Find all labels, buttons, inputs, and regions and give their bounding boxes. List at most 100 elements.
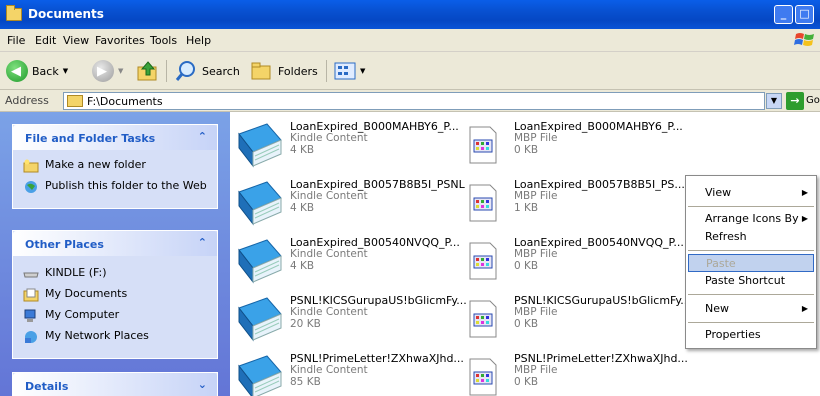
place-my-documents[interactable]: My Documents bbox=[23, 287, 207, 302]
context-menu: View ▶ Arrange Icons By ▶ Refresh Paste Pa… bbox=[685, 175, 817, 349]
file-item[interactable]: PSNL!KICSGurupaUS!bGlicmFy... MBP File 0 K… bbox=[464, 294, 694, 346]
menu-edit[interactable]: Edit bbox=[35, 34, 56, 47]
file-type: MBP File bbox=[514, 306, 558, 318]
views-button[interactable]: ▼ bbox=[334, 59, 365, 83]
mbp-file-icon bbox=[469, 126, 497, 164]
file-type: MBP File bbox=[514, 364, 558, 376]
file-size: 1 KB bbox=[514, 202, 539, 214]
go-label[interactable]: Go bbox=[806, 95, 820, 106]
file-size: 4 KB bbox=[290, 202, 315, 214]
back-arrow-icon: ◀ bbox=[6, 60, 28, 82]
task-pane: File and Folder Tasks ⌃ Make a new folde… bbox=[0, 112, 230, 396]
file-item[interactable]: PSNL!PrimeLetter!ZXhwaXJhd... Kindle Cont… bbox=[234, 352, 464, 396]
folders-icon bbox=[251, 62, 271, 80]
file-size: 4 KB bbox=[290, 144, 315, 156]
folders-label: Folders bbox=[278, 64, 318, 78]
make-new-folder-link[interactable]: Make a new folder bbox=[23, 158, 207, 173]
menu-item-arrange-icons[interactable]: Arrange Icons By ▶ bbox=[688, 210, 814, 228]
my-documents-icon bbox=[23, 288, 39, 302]
drive-icon bbox=[23, 272, 39, 278]
collapse-chevron-icon[interactable]: ⌃ bbox=[198, 130, 207, 143]
menu-item-new[interactable]: New ▶ bbox=[688, 300, 814, 318]
menu-item-properties[interactable]: Properties bbox=[688, 326, 814, 344]
file-size: 0 KB bbox=[514, 318, 539, 330]
folders-button[interactable]: Folders bbox=[250, 59, 318, 83]
panel-title: Other Places bbox=[25, 238, 104, 251]
file-type: Kindle Content bbox=[290, 132, 368, 144]
file-type: Kindle Content bbox=[290, 190, 368, 202]
forward-arrow-icon: ▶ bbox=[92, 60, 114, 82]
folder-icon bbox=[67, 95, 83, 107]
collapse-chevron-icon[interactable]: ⌃ bbox=[198, 236, 207, 249]
file-folder-tasks-panel: File and Folder Tasks ⌃ Make a new folde… bbox=[12, 124, 218, 209]
file-size: 20 KB bbox=[290, 318, 321, 330]
file-type: MBP File bbox=[514, 248, 558, 260]
menu-help[interactable]: Help bbox=[186, 34, 211, 47]
file-type: Kindle Content bbox=[290, 364, 368, 376]
place-my-computer[interactable]: My Computer bbox=[23, 308, 207, 323]
windows-logo-icon bbox=[794, 33, 814, 46]
file-item[interactable]: LoanExpired_B000MAHBY6_P... MBP File 0 KB bbox=[464, 120, 694, 172]
panel-title: File and Folder Tasks bbox=[25, 132, 156, 145]
address-path: F:\Documents bbox=[87, 95, 163, 108]
folder-icon bbox=[6, 5, 22, 21]
kindle-book-icon bbox=[238, 239, 282, 284]
title-bar: Documents _ □ bbox=[0, 0, 820, 29]
mbp-file-icon bbox=[469, 358, 497, 396]
other-places-panel: Other Places ⌃ KINDLE (F:) My Documents … bbox=[12, 230, 218, 359]
panel-title: Details bbox=[25, 380, 69, 393]
search-button[interactable]: Search bbox=[174, 59, 240, 83]
kindle-book-icon bbox=[238, 123, 282, 168]
forward-button[interactable]: ▶ ▼ bbox=[92, 59, 123, 83]
maximize-button[interactable]: □ bbox=[795, 5, 814, 24]
menu-item-paste-shortcut[interactable]: Paste Shortcut bbox=[688, 272, 814, 290]
file-size: 4 KB bbox=[290, 260, 315, 272]
panel-header[interactable]: Details ⌄ bbox=[13, 373, 217, 396]
file-item[interactable]: LoanExpired_B0057B8B5I_PS... MBP File 1 KB bbox=[464, 178, 694, 230]
back-button[interactable]: ◀ Back ▼ bbox=[6, 59, 68, 83]
menu-file[interactable]: File bbox=[7, 34, 25, 47]
views-icon bbox=[334, 62, 356, 80]
file-item[interactable]: PSNL!PrimeLetter!ZXhwaXJhd... MBP File 0 K… bbox=[464, 352, 694, 396]
menu-item-view[interactable]: View ▶ bbox=[688, 184, 814, 202]
file-type: MBP File bbox=[514, 190, 558, 202]
place-kindle[interactable]: KINDLE (F:) bbox=[23, 266, 207, 281]
publish-web-icon bbox=[25, 181, 37, 193]
file-type: MBP File bbox=[514, 132, 558, 144]
minimize-button[interactable]: _ bbox=[774, 5, 793, 24]
my-computer-icon bbox=[24, 309, 36, 322]
publish-web-link[interactable]: Publish this folder to the Web bbox=[23, 179, 207, 194]
kindle-book-icon bbox=[238, 181, 282, 226]
address-dropdown-button[interactable]: ▼ bbox=[766, 93, 782, 109]
new-folder-icon bbox=[23, 159, 39, 173]
mbp-file-icon bbox=[469, 184, 497, 222]
address-label: Address bbox=[5, 94, 49, 107]
file-item[interactable]: LoanExpired_B000MAHBY6_P... Kindle Conten… bbox=[234, 120, 464, 172]
search-label: Search bbox=[202, 64, 240, 78]
expand-chevron-icon[interactable]: ⌄ bbox=[198, 378, 207, 391]
menu-item-refresh[interactable]: Refresh bbox=[688, 228, 814, 246]
details-panel: Details ⌄ bbox=[12, 372, 218, 396]
menu-view[interactable]: View bbox=[63, 34, 89, 47]
file-type: Kindle Content bbox=[290, 248, 368, 260]
panel-header[interactable]: Other Places ⌃ bbox=[13, 231, 217, 256]
file-item[interactable]: LoanExpired_B00540NVQQ_P... Kindle Conten… bbox=[234, 236, 464, 288]
file-item[interactable]: PSNL!KICSGurupaUS!bGlicmFy... Kindle Cont… bbox=[234, 294, 467, 346]
menu-tools[interactable]: Tools bbox=[150, 34, 177, 47]
go-button[interactable]: → bbox=[786, 92, 804, 110]
menu-item-paste[interactable]: Paste bbox=[688, 254, 814, 272]
mbp-file-icon bbox=[469, 242, 497, 280]
place-network[interactable]: My Network Places bbox=[23, 329, 207, 344]
file-item[interactable]: LoanExpired_B00540NVQQ_P... MBP File 0 KB bbox=[464, 236, 694, 288]
toolbar: ◀ Back ▼ ▶ ▼ Search Folders ▼ bbox=[0, 52, 820, 90]
menu-favorites[interactable]: Favorites bbox=[95, 34, 145, 47]
panel-header[interactable]: File and Folder Tasks ⌃ bbox=[13, 125, 217, 150]
file-item[interactable]: LoanExpired_B0057B8B5I_PSNL Kindle Conten… bbox=[234, 178, 465, 230]
window-title: Documents bbox=[28, 7, 104, 21]
mbp-file-icon bbox=[469, 300, 497, 338]
file-size: 85 KB bbox=[290, 376, 321, 388]
search-icon bbox=[175, 61, 195, 81]
up-folder-button[interactable] bbox=[136, 59, 160, 83]
file-size: 0 KB bbox=[514, 144, 539, 156]
address-input[interactable]: F:\Documents bbox=[63, 92, 765, 110]
